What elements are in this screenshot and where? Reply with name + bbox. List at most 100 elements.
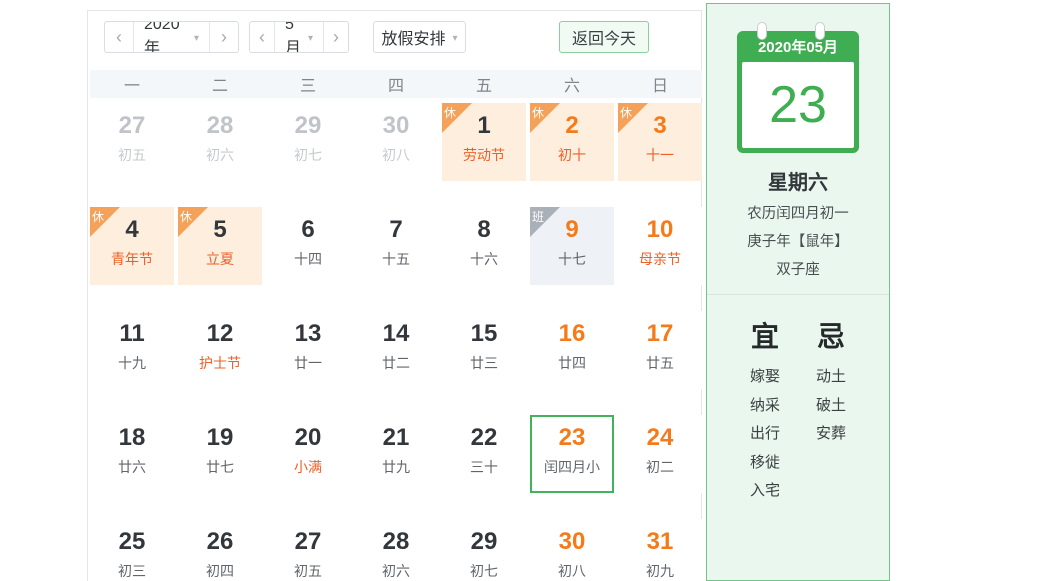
- calendar-toolbar: ‹ 2020年 ▾ › ‹ 5月 ▾ › 放假安排 ▾ 返回今: [88, 21, 701, 53]
- year-prev-button[interactable]: ‹: [105, 22, 133, 52]
- day-label: 青年节: [90, 250, 174, 268]
- weekday-label: 五: [442, 72, 526, 96]
- chevron-down-icon: ▾: [452, 33, 457, 44]
- day-label: 母亲节: [618, 250, 702, 268]
- weekday-header-row: 一二三四五六日: [90, 70, 702, 98]
- calendar-day-cell[interactable]: 24 初二: [618, 415, 702, 493]
- day-label: 初七: [266, 146, 350, 164]
- ji-item: 破土: [816, 392, 846, 421]
- calendar-day-cell[interactable]: 27初五: [266, 519, 350, 581]
- day-number: 29: [442, 528, 526, 556]
- calendar-day-cell[interactable]: 18 廿六: [90, 415, 174, 493]
- calendar-day-cell[interactable]: 休3十一: [618, 103, 702, 181]
- day-label: 十五: [354, 250, 438, 268]
- yi-item: 移徙: [750, 449, 780, 478]
- calendar-day-cell[interactable]: 7 十五: [354, 207, 438, 285]
- back-to-today-label: 返回今天: [572, 25, 636, 49]
- month-prev-button[interactable]: ‹: [250, 22, 274, 52]
- day-number: 14: [354, 320, 438, 348]
- day-label: 护士节: [178, 354, 262, 372]
- calendar-day-cell[interactable]: 30初八: [530, 519, 614, 581]
- calendar-day-cell-today[interactable]: 23 闰四月小: [530, 415, 614, 493]
- calendar-day-cell[interactable]: 10 母亲节: [618, 207, 702, 285]
- calendar-grid: 27初五28初六29初七30初八休1劳动节休2初十休3十一休4青年节休5立夏6十…: [90, 103, 702, 581]
- calendar-day-cell[interactable]: 28初六: [178, 103, 262, 181]
- day-number: 13: [266, 320, 350, 348]
- day-label: 初二: [618, 458, 702, 476]
- calendar-day-cell[interactable]: 27初五: [90, 103, 174, 181]
- day-number: 29: [266, 112, 350, 140]
- day-label: 闰四月小: [532, 458, 612, 476]
- day-number: 6: [266, 216, 350, 244]
- day-label: 初五: [90, 146, 174, 164]
- holiday-schedule-label: 放假安排: [381, 25, 445, 49]
- calendar-day-cell[interactable]: 15 廿三: [442, 311, 526, 389]
- chevron-down-icon: ▾: [308, 33, 313, 44]
- day-label: 十六: [442, 250, 526, 268]
- yi-column: 宜 嫁娶纳采出行移徙入宅: [750, 315, 780, 506]
- calendar-day-cell[interactable]: 11十九: [90, 311, 174, 389]
- panel-zodiac: 双子座: [707, 258, 889, 279]
- calendar-day-cell[interactable]: 班9十七: [530, 207, 614, 285]
- day-label: 廿六: [90, 458, 174, 476]
- calendar-ring-icon: [757, 22, 767, 40]
- day-number: 8: [442, 216, 526, 244]
- calendar-day-cell[interactable]: 13廿一: [266, 311, 350, 389]
- calendar-day-cell[interactable]: 休4青年节: [90, 207, 174, 285]
- calendar-day-cell[interactable]: 休5立夏: [178, 207, 262, 285]
- calendar-day-cell[interactable]: 12护士节: [178, 311, 262, 389]
- month-selector: ‹ 5月 ▾ ›: [249, 21, 349, 53]
- yiji-section: 宜 嫁娶纳采出行移徙入宅 忌 动土破土安葬: [707, 315, 889, 506]
- day-label: 三十: [442, 458, 526, 476]
- calendar-day-cell[interactable]: 29 初七: [266, 103, 350, 181]
- day-number: 18: [90, 424, 174, 452]
- ji-item: 安葬: [816, 420, 846, 449]
- calendar-day-cell[interactable]: 25初三: [90, 519, 174, 581]
- month-next-button[interactable]: ›: [324, 22, 348, 52]
- year-next-button[interactable]: ›: [210, 22, 238, 52]
- weekday-label: 二: [178, 72, 262, 96]
- day-label: 廿三: [442, 354, 526, 372]
- day-number: 24: [618, 424, 702, 452]
- calendar-day-cell[interactable]: 休2初十: [530, 103, 614, 181]
- calendar-day-cell[interactable]: 29初七: [442, 519, 526, 581]
- ji-item: 动土: [816, 363, 846, 392]
- calendar-day-cell[interactable]: 14廿二: [354, 311, 438, 389]
- panel-divider: [707, 294, 889, 295]
- calendar-day-cell[interactable]: 17廿五: [618, 311, 702, 389]
- rest-day-badge: 休: [618, 103, 648, 133]
- day-number: 7: [354, 216, 438, 244]
- month-dropdown[interactable]: 5月 ▾: [274, 22, 324, 52]
- day-number: 10: [618, 216, 702, 244]
- weekday-label: 三: [266, 72, 350, 96]
- holiday-schedule-dropdown[interactable]: 放假安排 ▾: [373, 21, 466, 53]
- calendar-day-cell[interactable]: 19廿七: [178, 415, 262, 493]
- day-label: 初六: [178, 146, 262, 164]
- day-label: 十七: [530, 250, 614, 268]
- day-number: 27: [266, 528, 350, 556]
- day-number: 15: [442, 320, 526, 348]
- rest-day-badge: 休: [442, 103, 472, 133]
- back-to-today-button[interactable]: 返回今天: [559, 21, 649, 53]
- calendar-day-cell[interactable]: 31初九: [618, 519, 702, 581]
- year-selector: ‹ 2020年 ▾ ›: [104, 21, 239, 53]
- calendar-day-cell[interactable]: 22三十: [442, 415, 526, 493]
- yi-item: 入宅: [750, 477, 780, 506]
- ji-column: 忌 动土破土安葬: [816, 315, 846, 506]
- calendar-day-cell[interactable]: 6十四: [266, 207, 350, 285]
- ji-title: 忌: [817, 315, 845, 355]
- calendar-day-cell[interactable]: 休1劳动节: [442, 103, 526, 181]
- calendar-day-cell[interactable]: 21廿九: [354, 415, 438, 493]
- calendar-day-cell[interactable]: 16廿四: [530, 311, 614, 389]
- calendar-day-cell[interactable]: 28初六: [354, 519, 438, 581]
- day-label: 初六: [354, 562, 438, 580]
- calendar-day-cell[interactable]: 26初四: [178, 519, 262, 581]
- rest-day-badge: 休: [90, 207, 120, 237]
- year-dropdown[interactable]: 2020年 ▾: [133, 22, 210, 52]
- calendar-day-cell[interactable]: 8 十六: [442, 207, 526, 285]
- day-label: 廿五: [618, 354, 702, 372]
- day-number: 23: [532, 424, 612, 452]
- calendar-day-cell[interactable]: 30初八: [354, 103, 438, 181]
- calendar-day-cell[interactable]: 20小满: [266, 415, 350, 493]
- day-label: 初三: [90, 562, 174, 580]
